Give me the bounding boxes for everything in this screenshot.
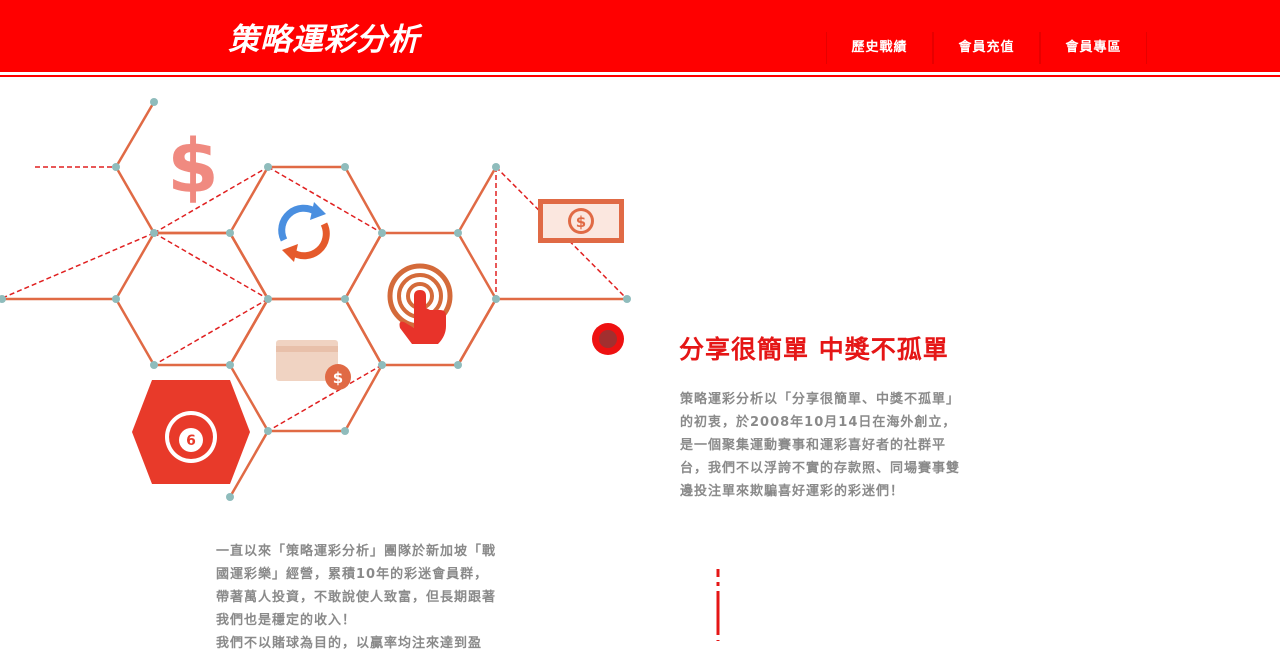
story-text: 一直以來「策略運彩分析」團隊於新加坡「戰 國運彩樂」經營，累積10年的彩迷會員群… [216,540,516,655]
story-line: 帶著萬人投資，不敢說使人致富，但長期跟著 [216,590,497,605]
story-line: 一直以來「策略運彩分析」團隊於新加坡「戰 [216,544,497,559]
hexagon-illustration: $ $ $ 6 [0,98,631,501]
story-line: 我們不以賭球為目的，以贏率均注來達到盈 [216,636,483,651]
red-dot-icon [592,323,624,355]
svg-text:$: $ [167,124,219,210]
site-header: 策略運彩分析 歷史戰績 會員充值 會員專區 [0,0,1280,72]
dollar-icon: $ [167,124,219,210]
cash-icon: $ [538,199,624,243]
refresh-icon [278,202,330,262]
nav-member[interactable]: 會員專區 [1040,32,1147,64]
tap-icon [387,263,453,344]
site-logo[interactable]: 策略運彩分析 [228,20,420,60]
ball-icon: 6 [132,380,250,484]
hex-grid [0,101,627,498]
timeline-line [716,569,720,641]
story-line: 國運彩樂」經營，累積10年的彩迷會員群， [216,567,489,582]
hero-headline: 分享很簡單 中獎不孤單 [679,335,949,364]
svg-text:$: $ [576,213,586,231]
hero-intro: 策略運彩分析以「分享很簡單、中獎不孤單」的初衷，於2008年10月14日在海外創… [680,392,961,499]
svg-text:$: $ [333,369,343,387]
card-icon: $ [276,340,351,390]
svg-text:6: 6 [186,433,196,449]
header-divider [0,75,1280,77]
main-nav: 歷史戰績 會員充值 會員專區 [826,32,1147,64]
nav-history[interactable]: 歷史戰績 [826,32,933,64]
story-line: 我們也是穩定的收入！ [216,613,357,628]
nav-recharge[interactable]: 會員充值 [933,32,1040,64]
